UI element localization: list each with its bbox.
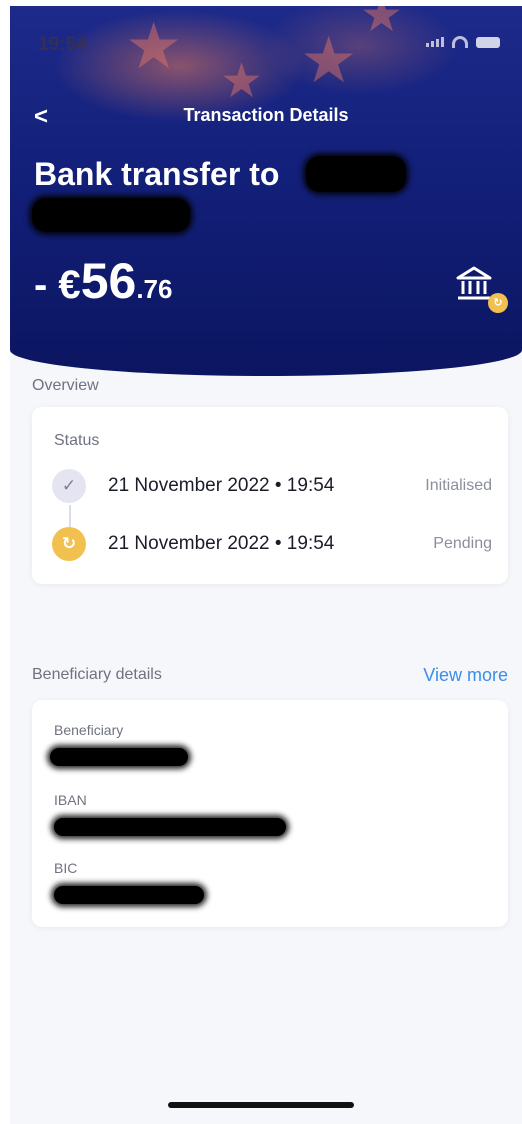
status-row-date: 21 November 2022 • 19:54	[108, 475, 335, 496]
home-indicator[interactable]	[168, 1102, 354, 1108]
beneficiary-card: Beneficiary IBAN BIC	[32, 700, 508, 927]
pending-badge-icon: ↻	[488, 293, 508, 313]
status-icons	[426, 36, 500, 48]
status-row-state: Initialised	[425, 477, 492, 494]
status-label: Status	[54, 432, 100, 449]
battery-icon	[476, 36, 500, 48]
iban-label: IBAN	[54, 792, 87, 808]
amount-integer: 56	[80, 253, 137, 309]
wifi-icon	[452, 36, 468, 48]
check-icon: ✓	[52, 469, 86, 503]
view-more-link[interactable]: View more	[423, 665, 508, 686]
redacted-beneficiary-value	[50, 748, 188, 766]
status-card: Status ✓ 21 November 2022 • 19:54 Initia…	[32, 407, 508, 584]
redacted-bic-value	[54, 886, 204, 904]
status-row: ✓ 21 November 2022 • 19:54 Initialised	[52, 469, 492, 505]
beneficiary-section-label: Beneficiary details	[32, 666, 162, 683]
redacted-recipient-name-line2	[32, 198, 190, 232]
status-bar: 19:54	[10, 28, 522, 58]
header-banner: ★ ★ ★ ★ 19:54 < Transaction Details Bank…	[10, 6, 522, 376]
amount-cents: .76	[136, 274, 173, 304]
timeline-connector	[69, 505, 71, 527]
status-row-date: 21 November 2022 • 19:54	[108, 533, 335, 554]
redacted-iban-value	[54, 818, 286, 836]
refresh-icon: ↻	[52, 527, 86, 561]
overview-section-label: Overview	[32, 377, 99, 394]
status-row-state: Pending	[433, 535, 492, 552]
redacted-recipient-name	[306, 156, 406, 192]
star-decoration: ★	[220, 55, 264, 108]
status-row: ↻ 21 November 2022 • 19:54 Pending	[52, 527, 492, 563]
nav-bar: < Transaction Details	[10, 101, 522, 131]
bic-label: BIC	[54, 860, 78, 876]
signal-icon	[426, 37, 444, 47]
transaction-amount: - €56.76	[34, 252, 172, 310]
transaction-headline: Bank transfer to	[34, 156, 280, 192]
amount-sign: - €	[34, 263, 81, 307]
beneficiary-label: Beneficiary	[54, 722, 124, 738]
screen: ★ ★ ★ ★ 19:54 < Transaction Details Bank…	[10, 6, 522, 1124]
status-time: 19:54	[38, 34, 87, 55]
page-title: Transaction Details	[183, 105, 349, 125]
